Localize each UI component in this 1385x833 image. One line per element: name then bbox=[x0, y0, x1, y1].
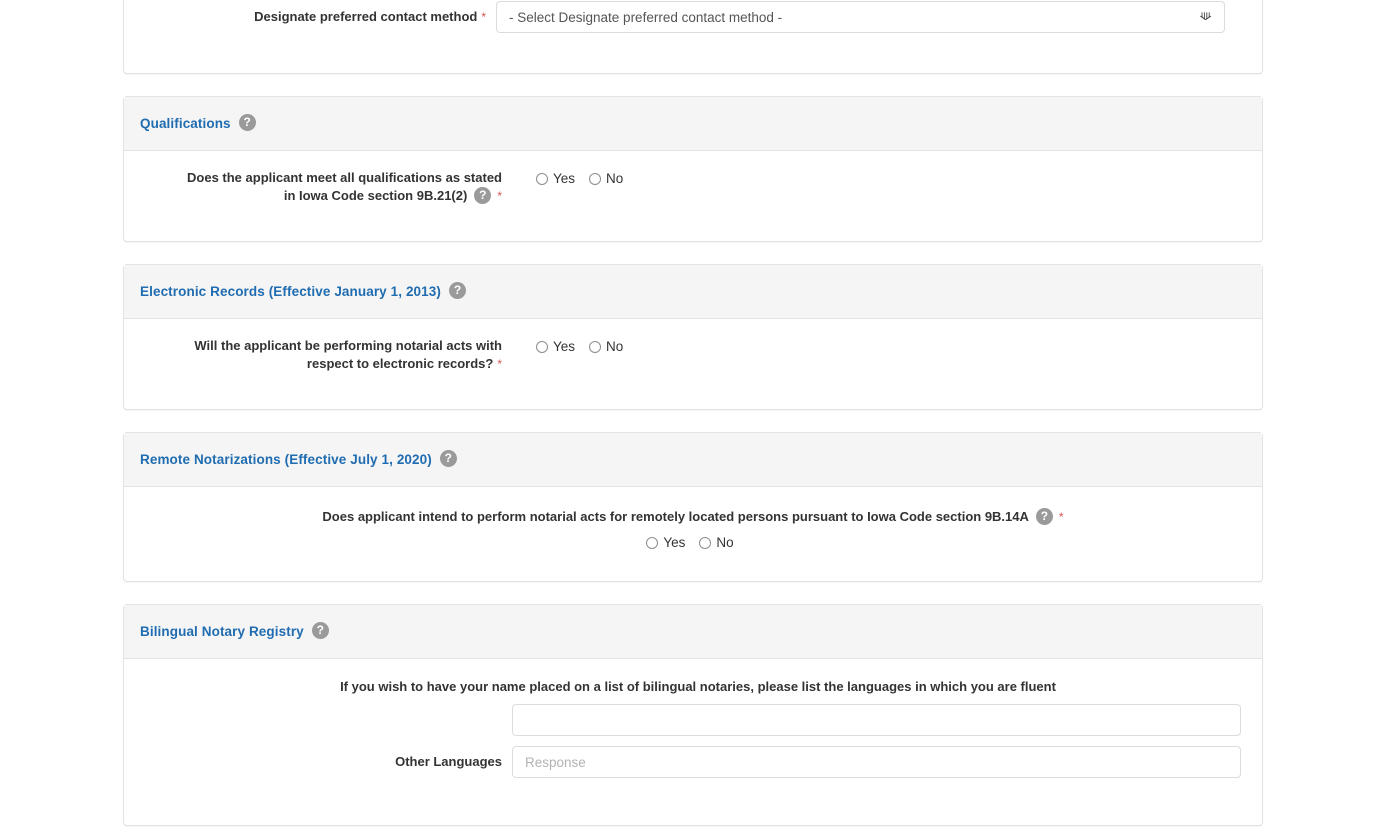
panel-heading-bilingual-notary-registry: Bilingual Notary Registry ? bbox=[124, 605, 1262, 659]
radio-option-yes[interactable]: Yes bbox=[646, 535, 685, 550]
panel-title-qualifications: Qualifications bbox=[140, 116, 231, 131]
panel-body-qualifications: Does the applicant meet all qualificatio… bbox=[124, 151, 1262, 205]
required-asterisk: * bbox=[497, 189, 502, 203]
panel-body-remote-notarizations: Does applicant intend to perform notaria… bbox=[124, 487, 1262, 550]
help-icon[interactable]: ? bbox=[449, 282, 466, 299]
radio-circle-icon[interactable] bbox=[699, 537, 711, 549]
radio-circle-icon[interactable] bbox=[589, 173, 601, 185]
label-text-line2: in Iowa Code section 9B.21(2) bbox=[284, 188, 468, 203]
label-remote-notarizations-question: Does applicant intend to perform notaria… bbox=[140, 509, 1246, 526]
label-preferred-contact-method: Designate preferred contact method * bbox=[124, 8, 496, 26]
panel-heading-remote-notarizations: Remote Notarizations (Effective July 1, … bbox=[124, 433, 1262, 487]
label-text: Does applicant intend to perform notaria… bbox=[322, 509, 1028, 524]
label-text-line1: Will the applicant be performing notaria… bbox=[194, 338, 502, 353]
panel-title-electronic-records: Electronic Records (Effective January 1,… bbox=[140, 284, 441, 299]
radio-option-no[interactable]: No bbox=[589, 171, 623, 186]
control-wrap-bilingual-languages bbox=[512, 704, 1246, 736]
label-other-languages: Other Languages bbox=[140, 753, 512, 771]
panel-body-electronic-records: Will the applicant be performing notaria… bbox=[124, 319, 1262, 373]
panel-heading-electronic-records: Electronic Records (Effective January 1,… bbox=[124, 265, 1262, 319]
radio-label-no: No bbox=[716, 535, 733, 550]
label-text-line2: respect to electronic records? bbox=[307, 356, 493, 371]
chevron-down-icon: ⟱ bbox=[1199, 12, 1211, 22]
radio-option-yes[interactable]: Yes bbox=[536, 171, 575, 186]
panel-preferred-contact-method: Designate preferred contact method * - Se… bbox=[123, 0, 1263, 74]
radio-label-no: No bbox=[606, 171, 623, 186]
radio-option-no[interactable]: No bbox=[699, 535, 733, 550]
panel-remote-notarizations: Remote Notarizations (Effective July 1, … bbox=[123, 432, 1263, 582]
radio-option-no[interactable]: No bbox=[589, 339, 623, 354]
form-row-qualifications: Does the applicant meet all qualificatio… bbox=[140, 169, 1246, 205]
form-row-other-languages: Other Languages bbox=[140, 746, 1246, 778]
help-icon[interactable]: ? bbox=[312, 622, 329, 639]
radio-label-yes: Yes bbox=[553, 171, 575, 186]
other-languages-input[interactable] bbox=[512, 746, 1241, 778]
radio-label-no: No bbox=[606, 339, 623, 354]
panel-title-bilingual-notary-registry: Bilingual Notary Registry bbox=[140, 624, 304, 639]
radio-circle-icon[interactable] bbox=[536, 341, 548, 353]
radio-label-yes: Yes bbox=[663, 535, 685, 550]
help-icon[interactable]: ? bbox=[1036, 508, 1053, 525]
required-asterisk: * bbox=[497, 357, 502, 371]
panel-body-preferred-contact-method: Designate preferred contact method * - Se… bbox=[124, 0, 1262, 33]
panel-heading-qualifications: Qualifications ? bbox=[124, 97, 1262, 151]
help-icon[interactable]: ? bbox=[440, 450, 457, 467]
form-row-electronic-records: Will the applicant be performing notaria… bbox=[140, 337, 1246, 373]
radio-group-qualifications: Yes No bbox=[536, 169, 623, 186]
help-icon[interactable]: ? bbox=[239, 114, 256, 131]
radio-group-remote-notarizations: Yes No bbox=[134, 535, 1246, 550]
select-preferred-contact-method[interactable]: - Select Designate preferred contact met… bbox=[496, 1, 1225, 33]
control-wrap-preferred-contact-method: - Select Designate preferred contact met… bbox=[496, 1, 1262, 33]
label-text: Designate preferred contact method bbox=[254, 9, 477, 24]
radio-circle-icon[interactable] bbox=[536, 173, 548, 185]
bilingual-languages-input[interactable] bbox=[512, 704, 1241, 736]
panel-body-bilingual-notary-registry: If you wish to have your name placed on … bbox=[124, 659, 1262, 778]
help-icon[interactable]: ? bbox=[474, 187, 491, 204]
radio-circle-icon[interactable] bbox=[646, 537, 658, 549]
radio-group-electronic-records: Yes No bbox=[536, 337, 623, 354]
radio-option-yes[interactable]: Yes bbox=[536, 339, 575, 354]
label-bilingual-languages-prompt: If you wish to have your name placed on … bbox=[140, 679, 1246, 694]
panel-bilingual-notary-registry: Bilingual Notary Registry ? If you wish … bbox=[123, 604, 1263, 826]
form-row-preferred-contact-method: Designate preferred contact method * - Se… bbox=[124, 1, 1262, 33]
radio-label-yes: Yes bbox=[553, 339, 575, 354]
label-text-line1: Does the applicant meet all qualificatio… bbox=[187, 170, 502, 185]
select-selected-value: - Select Designate preferred contact met… bbox=[509, 10, 782, 25]
panel-qualifications: Qualifications ? Does the applicant meet… bbox=[123, 96, 1263, 242]
panel-title-remote-notarizations: Remote Notarizations (Effective July 1, … bbox=[140, 452, 432, 467]
label-qualifications-question: Does the applicant meet all qualificatio… bbox=[140, 169, 512, 205]
form-page: Designate preferred contact method * - Se… bbox=[0, 0, 1385, 833]
radio-circle-icon[interactable] bbox=[589, 341, 601, 353]
required-asterisk: * bbox=[481, 10, 486, 24]
control-wrap-other-languages bbox=[512, 746, 1246, 778]
form-row-bilingual-languages bbox=[140, 704, 1246, 736]
panel-electronic-records: Electronic Records (Effective January 1,… bbox=[123, 264, 1263, 410]
required-asterisk: * bbox=[1059, 510, 1064, 524]
label-electronic-records-question: Will the applicant be performing notaria… bbox=[140, 337, 512, 373]
